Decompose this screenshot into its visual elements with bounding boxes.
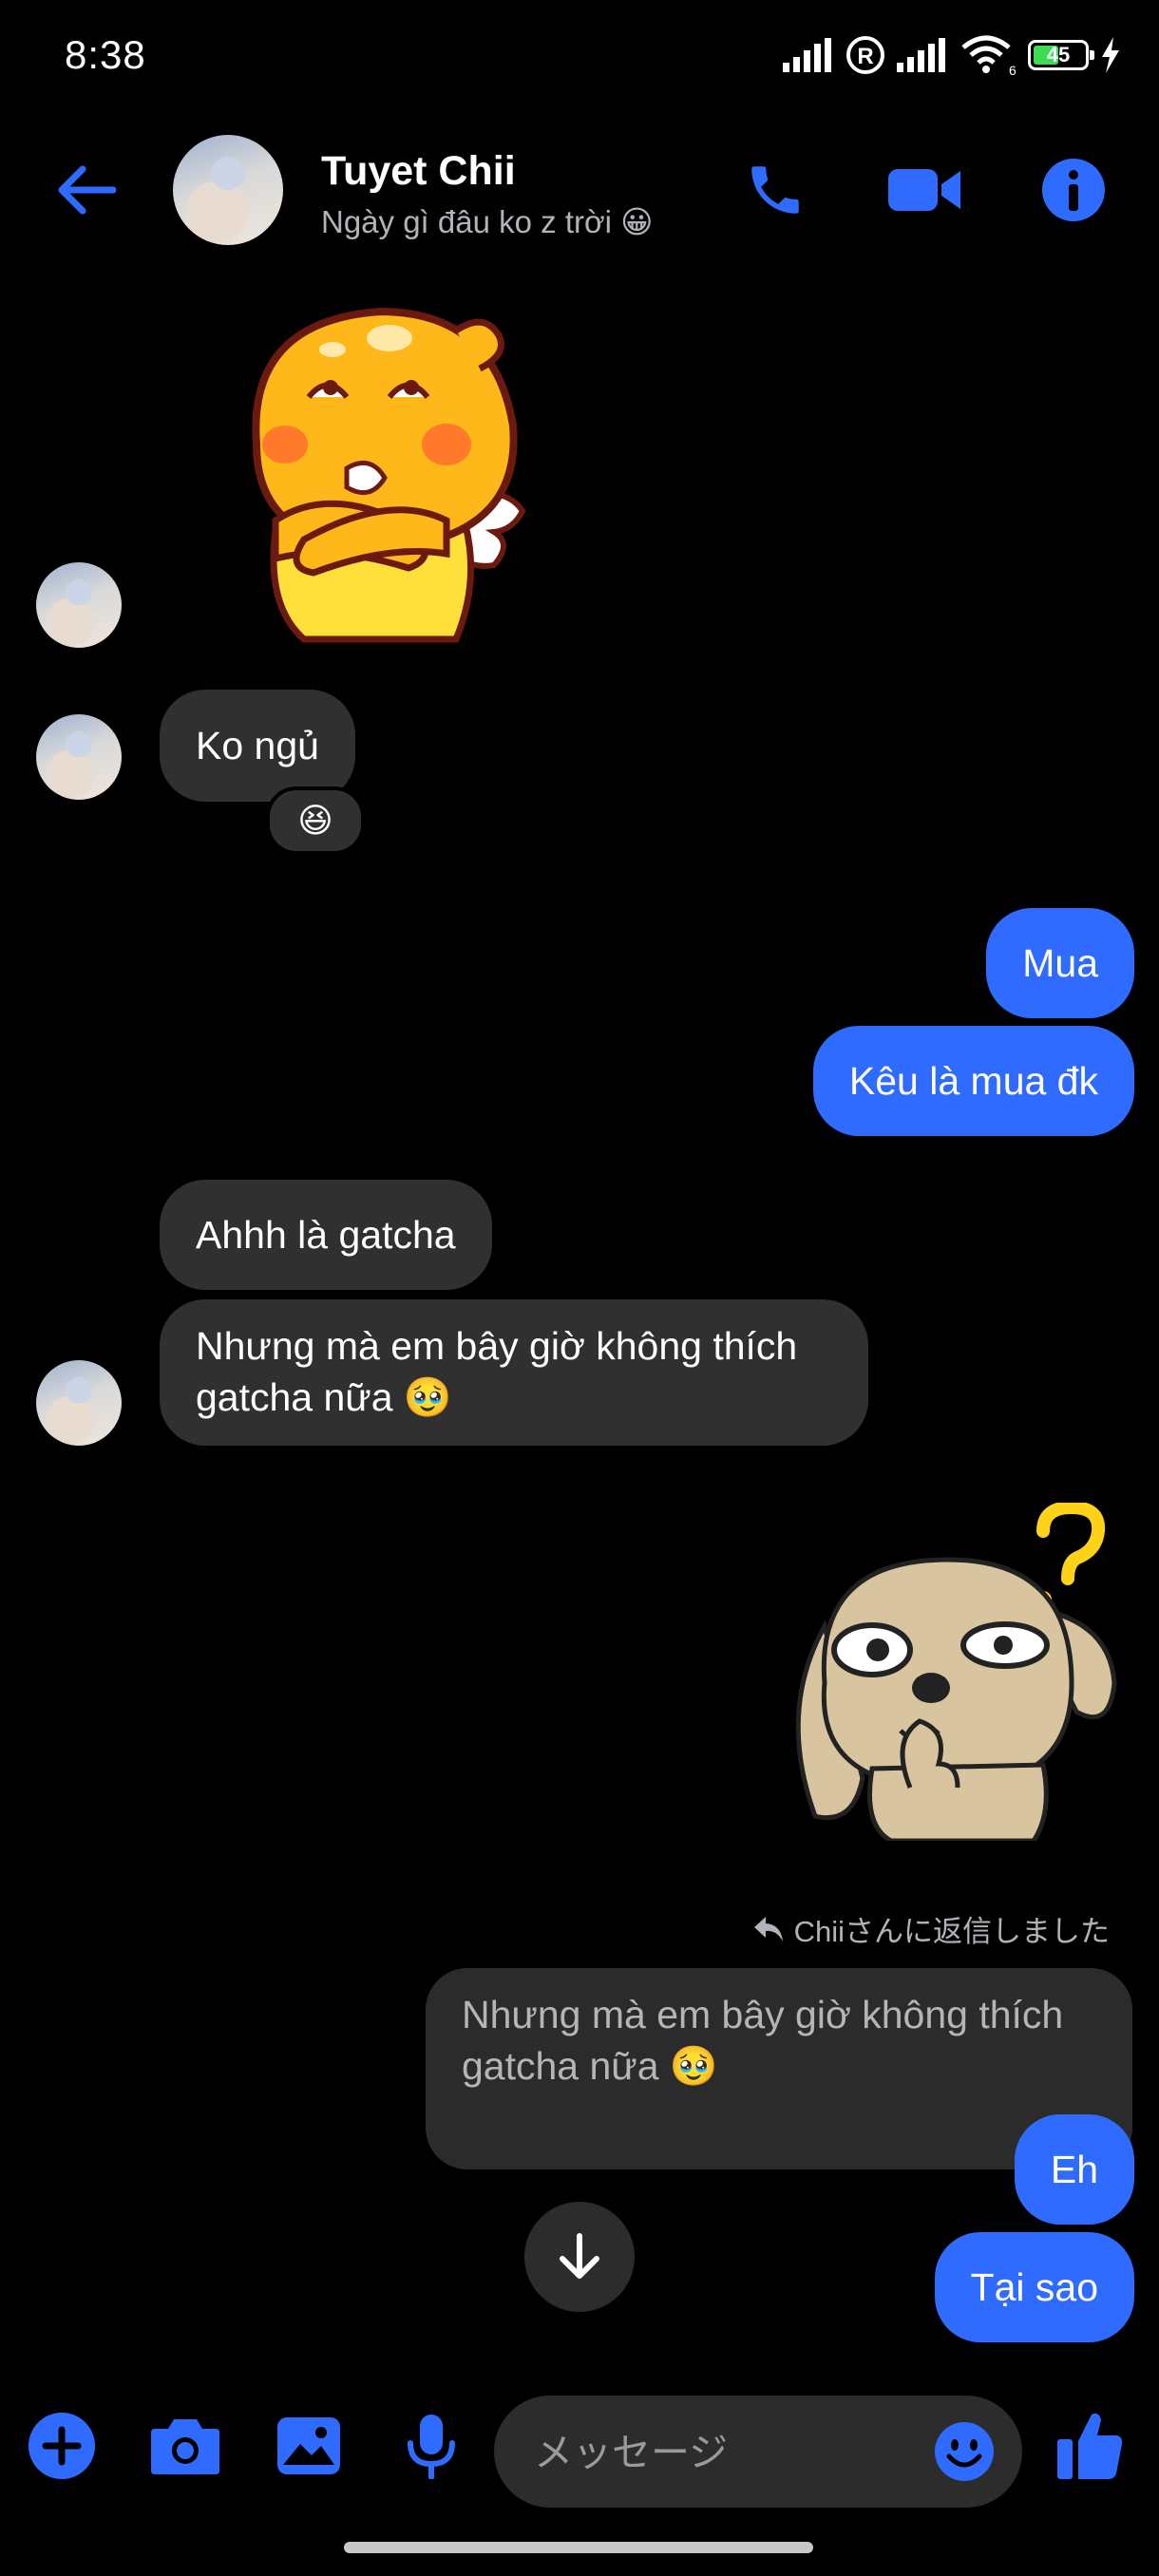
charging-icon <box>1102 37 1119 73</box>
battery-level: 45 <box>1046 43 1071 66</box>
battery-icon: 45 <box>1028 40 1094 70</box>
gallery-button[interactable] <box>270 2407 348 2485</box>
sender-avatar[interactable] <box>36 1360 122 1446</box>
back-button[interactable] <box>48 152 124 228</box>
message-composer[interactable] <box>494 2396 1022 2510</box>
like-button[interactable] <box>1049 2399 1130 2491</box>
like-icon <box>1057 2413 1123 2479</box>
reply-icon <box>753 1916 783 1941</box>
status-time: 8:38 <box>65 32 146 77</box>
home-indicator[interactable] <box>344 2542 813 2553</box>
reply-note-text: Chiiさんに返信しました <box>793 1915 1110 1948</box>
svg-text:R: R <box>857 44 873 69</box>
emoji-icon <box>935 2422 994 2481</box>
camera-button[interactable] <box>144 2407 226 2485</box>
message-bubble-incoming[interactable]: Nhưng mà em bây giờ không thích gatcha n… <box>160 1299 868 1446</box>
info-icon <box>1042 159 1105 221</box>
signal-icon <box>783 38 831 72</box>
video-icon <box>888 169 960 211</box>
message-bubble-outgoing[interactable]: Eh <box>1014 2114 1134 2225</box>
message-line: Nhưng mà em bây giờ không thích <box>196 1324 798 1368</box>
quote-line: Nhưng mà em bây giờ không thích <box>462 1993 1064 2036</box>
sticker-message[interactable] <box>787 1500 1119 1844</box>
quote-line: gatcha nữa 🥹 <box>462 2044 718 2088</box>
contact-status: Ngày gì đâu ko z trời 😀 <box>321 204 654 239</box>
message-line: gatcha nữa 🥹 <box>196 1375 452 1419</box>
back-arrow-icon <box>58 165 117 215</box>
info-button[interactable] <box>1032 148 1115 232</box>
sender-avatar[interactable] <box>36 714 122 800</box>
emoji-button[interactable] <box>929 2416 999 2487</box>
message-input[interactable] <box>532 2396 916 2510</box>
message-bubble-incoming[interactable]: Ko ngủ <box>160 690 355 802</box>
message-reaction[interactable]: 😆 <box>266 786 365 855</box>
reply-indicator: Chiiさんに返信しました <box>752 1907 1110 1950</box>
scroll-to-bottom-button[interactable] <box>524 2202 635 2312</box>
more-actions-button[interactable] <box>23 2407 101 2485</box>
contact-name[interactable]: Tuyet Chii <box>321 148 516 195</box>
sticker-message[interactable] <box>218 302 532 644</box>
message-bubble-outgoing[interactable]: Kêu là mua đk <box>812 1026 1134 1136</box>
plus-icon <box>28 2413 95 2479</box>
voice-message-button[interactable] <box>393 2407 469 2485</box>
contact-avatar[interactable] <box>173 135 283 245</box>
message-bubble-incoming[interactable]: Ahhh là gatcha <box>160 1180 492 1290</box>
wifi-icon: 6 <box>961 35 1016 76</box>
sender-avatar[interactable] <box>36 562 122 648</box>
voice-call-button[interactable] <box>737 152 813 228</box>
message-bubble-outgoing[interactable]: Tại sao <box>934 2232 1134 2342</box>
phone-icon <box>751 166 799 214</box>
signal-icon-2 <box>897 38 945 72</box>
registered-icon: R <box>846 36 884 74</box>
message-bubble-outgoing[interactable]: Mua <box>986 908 1134 1018</box>
image-icon <box>277 2417 340 2474</box>
sticker-yellow-creature <box>252 307 526 643</box>
status-icons: R 6 45 <box>783 28 1121 82</box>
sticker-thinking-dog <box>795 1500 1117 1844</box>
network-badge: 6 <box>1009 63 1016 76</box>
video-call-button[interactable] <box>884 152 965 228</box>
camera-icon <box>151 2419 219 2474</box>
mic-icon <box>408 2415 455 2479</box>
arrow-down-icon <box>560 2233 599 2279</box>
